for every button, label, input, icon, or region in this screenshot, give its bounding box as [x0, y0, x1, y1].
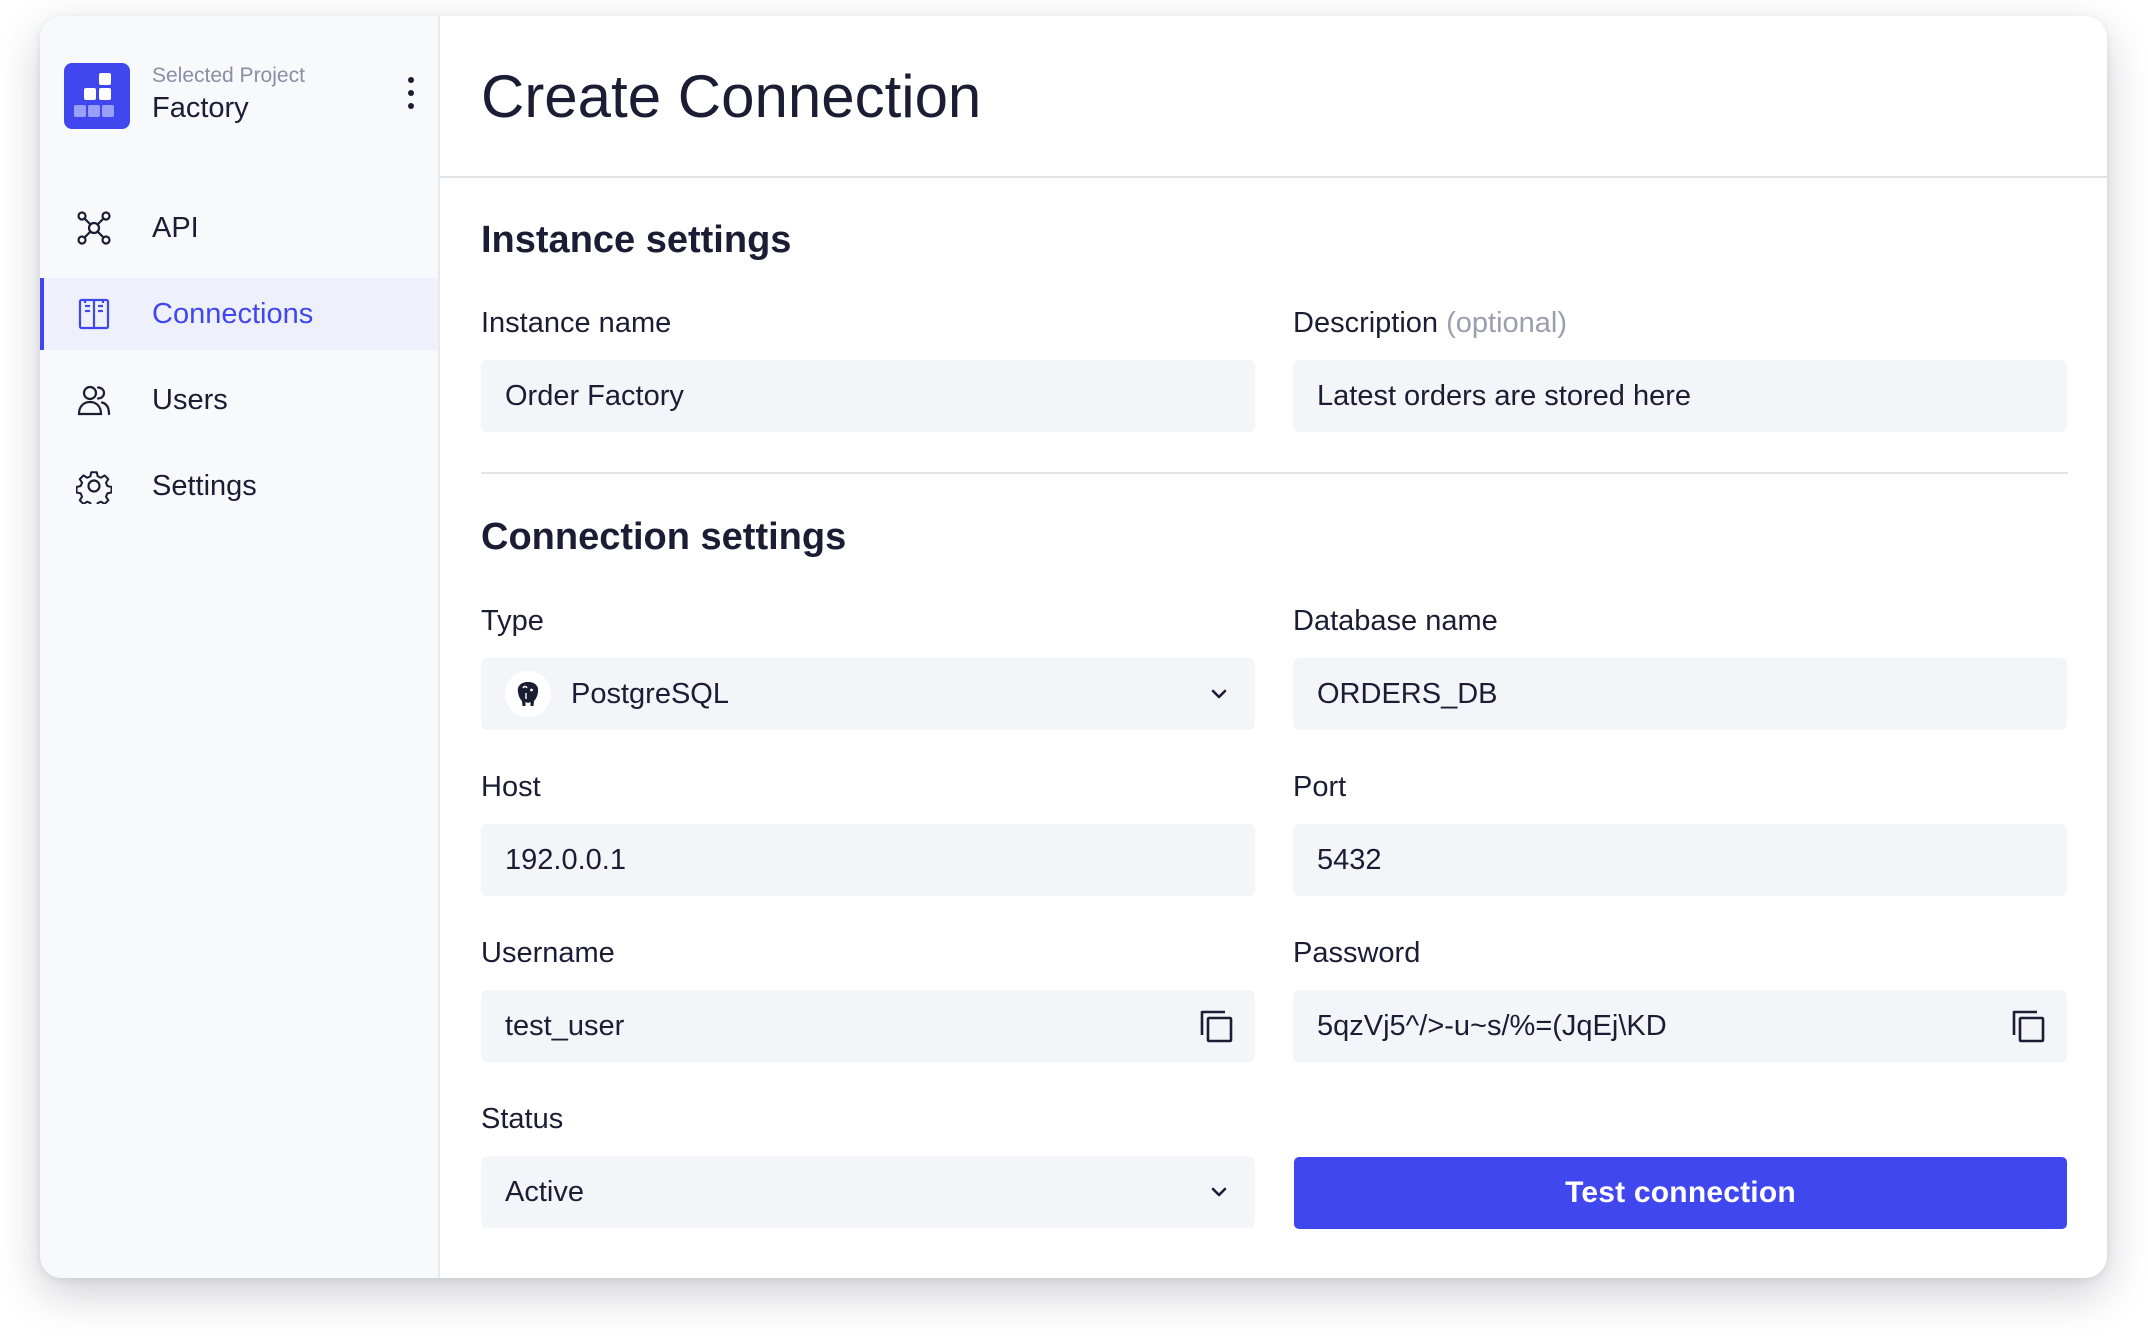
api-nodes-icon: [76, 210, 112, 246]
project-name: Factory: [152, 92, 249, 124]
sidebar-item-label: Users: [152, 383, 228, 416]
users-icon: [76, 382, 112, 418]
chevron-down-icon: [1201, 676, 1237, 712]
optional-hint: (optional): [1446, 307, 1568, 339]
database-name-input[interactable]: ORDERS_DB: [1293, 658, 2067, 730]
port-label: Port: [1293, 771, 1347, 803]
instance-name-value: Order Factory: [505, 379, 684, 412]
password-label: Password: [1293, 937, 1421, 969]
description-label-text: Description: [1293, 307, 1439, 339]
database-name-label: Database name: [1293, 605, 1498, 637]
sidebar-item-label: Connections: [152, 297, 314, 330]
chevron-down-icon: [1201, 1174, 1237, 1210]
page-header: Create Connection: [440, 16, 2107, 178]
username-input[interactable]: test_user: [481, 990, 1255, 1062]
section-divider: [481, 472, 2068, 474]
username-value: test_user: [505, 1009, 625, 1042]
type-value: PostgreSQL: [571, 677, 729, 710]
host-label: Host: [481, 771, 541, 803]
app-window: Selected Project Factory API Connections…: [40, 16, 2107, 1278]
instance-name-label: Instance name: [481, 307, 672, 339]
sidebar-item-users[interactable]: Users: [40, 364, 438, 436]
sidebar-nav: API Connections Users Settings: [40, 192, 438, 536]
database-name-value: ORDERS_DB: [1317, 677, 1498, 710]
page-title: Create Connection: [481, 63, 982, 130]
port-input[interactable]: 5432: [1293, 824, 2067, 896]
sidebar-item-settings[interactable]: Settings: [40, 450, 438, 522]
more-options-icon[interactable]: [396, 73, 426, 113]
status-select[interactable]: Active: [481, 1156, 1255, 1228]
project-selector[interactable]: Selected Project Factory: [64, 63, 438, 129]
gear-icon: [76, 468, 112, 504]
status-label: Status: [481, 1103, 564, 1135]
type-select[interactable]: PostgreSQL: [481, 658, 1255, 730]
connections-book-icon: [76, 296, 112, 332]
password-input[interactable]: 5qzVj5^/>-u~s/%=(JqEj\KD: [1293, 990, 2067, 1062]
description-label: Description (optional): [1293, 307, 1567, 340]
host-value: 192.0.0.1: [505, 843, 626, 876]
host-input[interactable]: 192.0.0.1: [481, 824, 1255, 896]
sidebar-item-api[interactable]: API: [40, 192, 438, 264]
instance-name-input[interactable]: Order Factory: [481, 360, 1255, 432]
copy-icon[interactable]: [1197, 1007, 1235, 1045]
postgresql-elephant-icon: [505, 671, 551, 717]
password-value: 5qzVj5^/>-u~s/%=(JqEj\KD: [1317, 1009, 1667, 1042]
connection-settings-heading: Connection settings: [481, 516, 847, 558]
test-connection-button[interactable]: Test connection: [1294, 1157, 2067, 1229]
copy-icon[interactable]: [2009, 1007, 2047, 1045]
sidebar-item-connections[interactable]: Connections: [40, 278, 438, 350]
type-label: Type: [481, 605, 544, 637]
project-logo-icon: [64, 63, 130, 129]
username-label: Username: [481, 937, 615, 969]
status-value: Active: [505, 1175, 584, 1208]
port-value: 5432: [1317, 843, 1382, 876]
main-content: Create Connection Instance settings Inst…: [440, 16, 2107, 1278]
description-input[interactable]: Latest orders are stored here: [1293, 360, 2067, 432]
project-caption: Selected Project: [152, 64, 305, 87]
sidebar: Selected Project Factory API Connections…: [40, 16, 440, 1278]
sidebar-item-label: Settings: [152, 469, 257, 502]
description-value: Latest orders are stored here: [1317, 379, 1691, 412]
sidebar-item-label: API: [152, 211, 199, 244]
instance-settings-heading: Instance settings: [481, 219, 792, 261]
